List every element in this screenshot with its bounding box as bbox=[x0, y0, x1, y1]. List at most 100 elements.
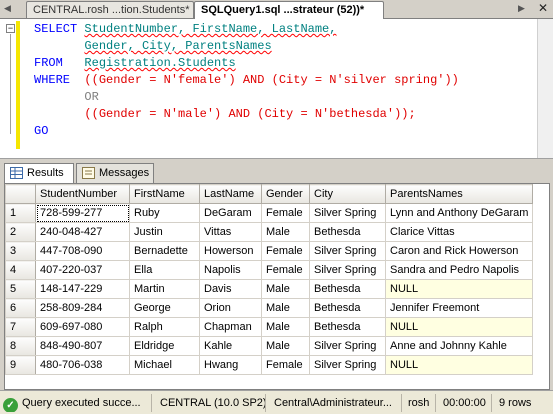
editor-vertical-scrollbar[interactable] bbox=[537, 19, 553, 159]
query-editor[interactable]: − SELECT StudentNumber, FirstName, LastN… bbox=[0, 18, 553, 159]
tab-results[interactable]: Results bbox=[4, 163, 74, 183]
table-cell[interactable]: Bethesda bbox=[309, 298, 386, 318]
table-cell[interactable]: Bethesda bbox=[309, 222, 386, 242]
column-header[interactable]: ParentsNames bbox=[384, 184, 534, 204]
status-message: Query executed succe... bbox=[22, 397, 141, 409]
table-cell[interactable]: Justin bbox=[129, 222, 200, 242]
code-text: Gender, City, ParentsNames bbox=[84, 39, 272, 53]
table-cell[interactable]: Male bbox=[261, 222, 310, 242]
column-header[interactable]: LastName bbox=[199, 184, 262, 204]
table-cell[interactable]: Ralph bbox=[129, 317, 200, 337]
table-row[interactable]: 1 728-599-277 Ruby DeGaram Female Silver… bbox=[5, 203, 534, 223]
table-cell[interactable]: Davis bbox=[199, 279, 262, 299]
table-cell[interactable]: Ella bbox=[129, 260, 200, 280]
close-tab-icon[interactable]: ✕ bbox=[536, 2, 550, 15]
table-cell[interactable]: Bernadette bbox=[129, 241, 200, 261]
table-row[interactable]: 7 609-697-080 Ralph Chapman Male Bethesd… bbox=[5, 317, 534, 337]
table-cell[interactable]: Male bbox=[261, 279, 310, 299]
table-cell[interactable]: 848-490-807 bbox=[35, 336, 130, 356]
table-cell[interactable]: Bethesda bbox=[309, 317, 386, 337]
collapse-icon[interactable]: − bbox=[6, 24, 15, 33]
tab-central-students[interactable]: CENTRAL.rosh ...tion.Students* bbox=[26, 1, 194, 18]
row-number[interactable]: 2 bbox=[5, 222, 36, 242]
column-header[interactable]: FirstName bbox=[129, 184, 200, 204]
table-cell[interactable]: Jennifer Freemont bbox=[384, 298, 534, 318]
table-cell[interactable]: Female bbox=[261, 203, 310, 223]
null-cell[interactable]: NULL bbox=[384, 279, 534, 299]
results-grid[interactable]: StudentNumber FirstName LastName Gender … bbox=[4, 183, 550, 390]
table-cell[interactable]: DeGaram bbox=[199, 203, 262, 223]
table-cell[interactable]: Anne and Johnny Kahle bbox=[384, 336, 534, 356]
table-row[interactable]: 8 848-490-807 Eldridge Kahle Male Silver… bbox=[5, 336, 534, 356]
table-row[interactable]: 2 240-048-427 Justin Vittas Male Bethesd… bbox=[5, 222, 534, 242]
table-cell[interactable]: Female bbox=[261, 241, 310, 261]
tab-messages[interactable]: Messages bbox=[76, 163, 154, 183]
tab-scroll-right-icon[interactable]: ▶ bbox=[518, 3, 525, 14]
table-row[interactable]: 6 258-809-284 George Orion Male Bethesda… bbox=[5, 298, 534, 318]
keyword-go: GO bbox=[34, 124, 49, 138]
table-cell[interactable]: Silver Spring bbox=[309, 355, 386, 375]
table-cell[interactable]: Sandra and Pedro Napolis bbox=[384, 260, 534, 280]
table-cell[interactable]: 240-048-427 bbox=[35, 222, 130, 242]
table-cell[interactable]: 407-220-037 bbox=[35, 260, 130, 280]
code-line-6: ((Gender = N'male') AND (City = N'bethes… bbox=[34, 106, 415, 122]
editor-gutter bbox=[0, 19, 16, 159]
table-row[interactable]: 3 447-708-090 Bernadette Howerson Female… bbox=[5, 241, 534, 261]
row-selector-header[interactable] bbox=[5, 184, 36, 204]
table-cell[interactable]: George bbox=[129, 298, 200, 318]
table-cell[interactable]: 609-697-080 bbox=[35, 317, 130, 337]
table-cell[interactable]: Silver Spring bbox=[309, 336, 386, 356]
table-cell[interactable]: Female bbox=[261, 260, 310, 280]
table-cell[interactable]: Silver Spring bbox=[309, 260, 386, 280]
column-header[interactable]: StudentNumber bbox=[35, 184, 130, 204]
table-cell[interactable]: Female bbox=[261, 355, 310, 375]
row-number[interactable]: 9 bbox=[5, 355, 36, 375]
table-cell[interactable]: Kahle bbox=[199, 336, 262, 356]
status-bar: ✓ Query executed succe... CENTRAL (10.0 … bbox=[0, 390, 553, 414]
tab-sqlquery1[interactable]: SQLQuery1.sql ...strateur (52))* bbox=[194, 1, 384, 19]
row-number[interactable]: 6 bbox=[5, 298, 36, 318]
null-cell[interactable]: NULL bbox=[384, 355, 534, 375]
table-cell[interactable]: Caron and Rick Howerson bbox=[384, 241, 534, 261]
row-number[interactable]: 1 bbox=[5, 203, 36, 223]
table-cell[interactable]: Ruby bbox=[129, 203, 200, 223]
table-cell[interactable]: Napolis bbox=[199, 260, 262, 280]
table-cell[interactable]: Silver Spring bbox=[309, 203, 386, 223]
row-number[interactable]: 7 bbox=[5, 317, 36, 337]
table-cell[interactable]: Howerson bbox=[199, 241, 262, 261]
tab-label: CENTRAL.rosh ...tion.Students* bbox=[33, 4, 190, 16]
table-cell[interactable]: 447-708-090 bbox=[35, 241, 130, 261]
table-cell[interactable]: 728-599-277 bbox=[35, 203, 130, 223]
null-cell[interactable]: NULL bbox=[384, 317, 534, 337]
table-cell[interactable]: Clarice Vittas bbox=[384, 222, 534, 242]
table-cell[interactable]: Vittas bbox=[199, 222, 262, 242]
row-number[interactable]: 8 bbox=[5, 336, 36, 356]
row-number[interactable]: 4 bbox=[5, 260, 36, 280]
table-cell[interactable]: Male bbox=[261, 317, 310, 337]
column-header[interactable]: Gender bbox=[261, 184, 310, 204]
table-cell[interactable]: Michael bbox=[129, 355, 200, 375]
column-header[interactable]: City bbox=[309, 184, 386, 204]
table-cell[interactable]: Chapman bbox=[199, 317, 262, 337]
table-cell[interactable]: Male bbox=[261, 298, 310, 318]
table-cell[interactable]: Martin bbox=[129, 279, 200, 299]
status-elapsed-time: 00:00:00 bbox=[438, 394, 492, 412]
table-cell[interactable]: Lynn and Anthony DeGaram bbox=[384, 203, 534, 223]
tab-label: Messages bbox=[99, 167, 150, 179]
row-number[interactable]: 5 bbox=[5, 279, 36, 299]
row-number[interactable]: 3 bbox=[5, 241, 36, 261]
table-cell[interactable]: 258-809-284 bbox=[35, 298, 130, 318]
table-row[interactable]: 5 148-147-229 Martin Davis Male Bethesda… bbox=[5, 279, 534, 299]
table-cell[interactable]: Silver Spring bbox=[309, 241, 386, 261]
document-tab-strip: ◀ CENTRAL.rosh ...tion.Students* SQLQuer… bbox=[0, 0, 553, 19]
table-row[interactable]: 4 407-220-037 Ella Napolis Female Silver… bbox=[5, 260, 534, 280]
table-cell[interactable]: 148-147-229 bbox=[35, 279, 130, 299]
table-cell[interactable]: Orion bbox=[199, 298, 262, 318]
table-cell[interactable]: 480-706-038 bbox=[35, 355, 130, 375]
table-cell[interactable]: Male bbox=[261, 336, 310, 356]
table-cell[interactable]: Bethesda bbox=[309, 279, 386, 299]
table-row[interactable]: 9 480-706-038 Michael Hwang Female Silve… bbox=[5, 355, 534, 375]
table-cell[interactable]: Hwang bbox=[199, 355, 262, 375]
tab-scroll-left-icon[interactable]: ◀ bbox=[4, 3, 11, 14]
table-cell[interactable]: Eldridge bbox=[129, 336, 200, 356]
